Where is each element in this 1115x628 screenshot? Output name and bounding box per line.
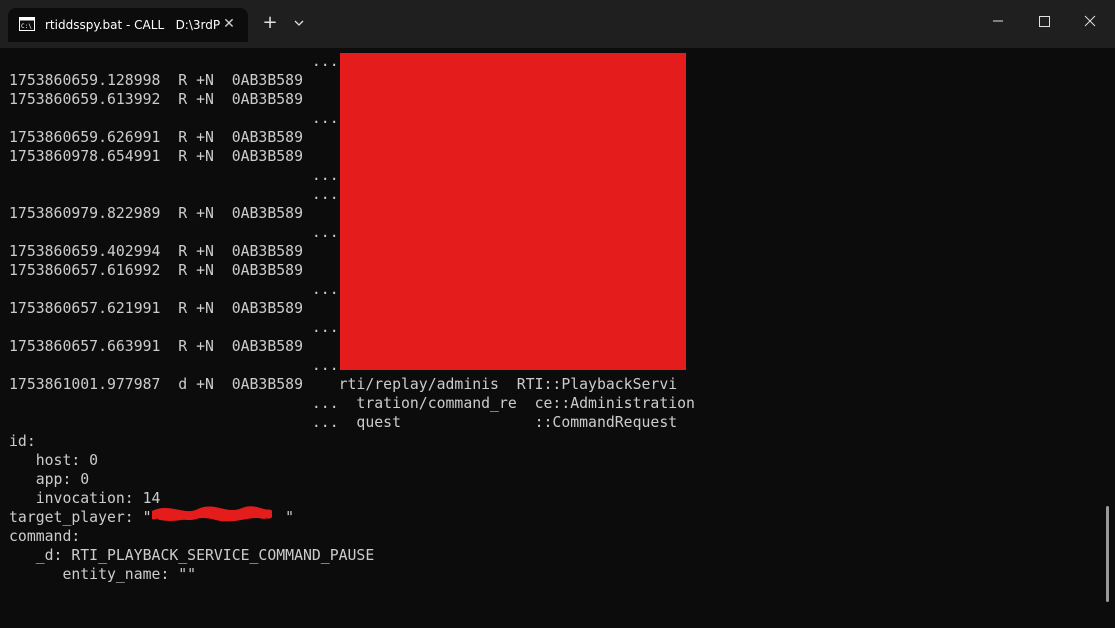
terminal-output[interactable]: ... 1753860659.128998 R +N 0AB3B589 1753…: [0, 48, 1115, 628]
terminal-line: ...: [9, 224, 339, 241]
minimize-button[interactable]: [975, 0, 1021, 40]
terminal-line: ...: [9, 186, 339, 203]
terminal-line: _d: RTI_PLAYBACK_SERVICE_COMMAND_PAUSE: [9, 547, 375, 564]
terminal-icon: C:\: [19, 17, 35, 31]
terminal-line: 1753860979.822989 R +N 0AB3B589: [9, 205, 303, 222]
title-bar: C:\ rtiddsspy.bat - CALL D:\3rdP ✕ +: [0, 0, 1115, 48]
terminal-line: 1753860657.621991 R +N 0AB3B589: [9, 300, 303, 317]
terminal-line: id:: [9, 433, 36, 450]
minimize-icon: [993, 20, 1003, 22]
tab-title: rtiddsspy.bat - CALL D:\3rdP: [45, 18, 221, 32]
terminal-line: ... quest ::CommandRequest: [9, 414, 678, 431]
maximize-button[interactable]: [1021, 0, 1067, 40]
terminal-tab[interactable]: C:\ rtiddsspy.bat - CALL D:\3rdP ✕: [8, 8, 248, 42]
terminal-line: ...: [9, 110, 339, 127]
terminal-line: invocation: 14: [9, 490, 161, 507]
chevron-down-icon[interactable]: [288, 8, 310, 38]
terminal-line: entity_name: "": [9, 566, 197, 583]
terminal-line: 1753860659.402994 R +N 0AB3B589: [9, 243, 303, 260]
terminal-line: command:: [9, 528, 81, 545]
terminal-line: ...: [9, 319, 339, 336]
terminal-line: ...: [9, 281, 339, 298]
terminal-line: ...: [9, 167, 339, 184]
terminal-line: 1753860659.626991 R +N 0AB3B589: [9, 129, 303, 146]
terminal-line: 1753860978.654991 R +N 0AB3B589: [9, 148, 303, 165]
terminal-line: 1753860657.663991 R +N 0AB3B589: [9, 338, 303, 355]
terminal-line: app: 0: [9, 471, 90, 488]
terminal-line: ... tration/command_re ce::Administratio…: [9, 395, 695, 412]
terminal-line: 1753860659.128998 R +N 0AB3B589: [9, 72, 303, 89]
redaction-box: [340, 53, 686, 370]
close-window-button[interactable]: [1067, 0, 1113, 40]
terminal-line: ...: [9, 53, 339, 70]
terminal-line: 1753861001.977987 d +N 0AB3B589 rti/repl…: [9, 376, 678, 393]
close-icon: [1084, 15, 1096, 27]
terminal-line: 1753860657.616992 R +N 0AB3B589: [9, 262, 303, 279]
terminal-line: 1753860659.613992 R +N 0AB3B589: [9, 91, 303, 108]
new-tab-button[interactable]: +: [258, 8, 282, 38]
terminal-line: ...: [9, 357, 339, 374]
maximize-icon: [1039, 16, 1050, 27]
terminal-line: host: 0: [9, 452, 99, 469]
scrollbar[interactable]: [1106, 506, 1109, 602]
redaction-scribble: [152, 506, 272, 522]
svg-text:C:\: C:\: [21, 23, 32, 30]
close-tab-icon[interactable]: ✕: [220, 15, 238, 33]
